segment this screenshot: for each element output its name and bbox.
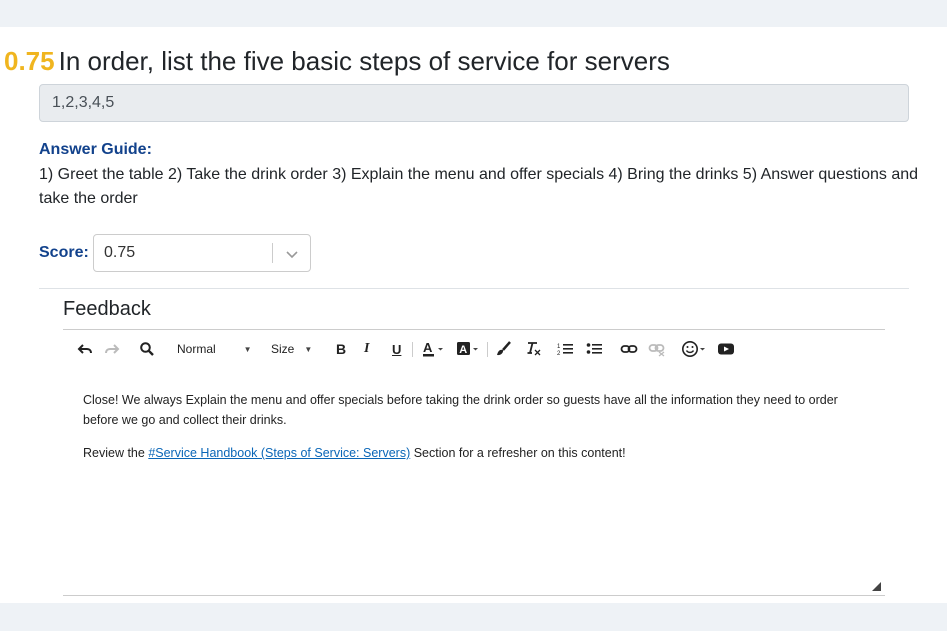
emoji-icon[interactable] [681, 338, 707, 360]
svg-text:A: A [423, 340, 433, 355]
size-dropdown-label: Size [271, 342, 295, 356]
caret-down-icon: ▼ [304, 344, 313, 354]
search-icon[interactable] [139, 338, 155, 360]
question-title: 0.75 In order, list the five basic steps … [4, 44, 670, 78]
feedback-paragraph: Review the #Service Handbook (Steps of S… [83, 443, 863, 463]
background-color-icon[interactable]: A [456, 338, 480, 360]
answer-guide-text: 1) Greet the table 2) Take the drink ord… [39, 166, 919, 207]
undo-icon[interactable] [77, 338, 93, 360]
score-select[interactable]: 0.75 [93, 234, 311, 272]
size-dropdown[interactable]: Size ▼ [271, 338, 312, 360]
toolbar-separator [412, 342, 413, 357]
youtube-icon[interactable] [717, 338, 735, 360]
caret-down-icon: ▼ [243, 344, 252, 354]
question-text: In order, list the five basic steps of s… [58, 46, 670, 76]
svg-text:1: 1 [557, 344, 561, 350]
score-label: Score: [39, 244, 89, 261]
font-color-icon[interactable]: A [422, 338, 446, 360]
svg-text:A: A [459, 344, 467, 356]
section-divider [39, 288, 909, 289]
answer-field: 1,2,3,4,5 [39, 84, 909, 122]
link-icon[interactable] [620, 338, 638, 360]
bulleted-list-icon[interactable] [586, 338, 604, 360]
feedback-text: Review the [83, 446, 149, 460]
remove-format-icon[interactable] [524, 338, 542, 360]
feedback-paragraph: Close! We always Explain the menu and of… [83, 393, 838, 427]
unlink-icon[interactable] [648, 338, 666, 360]
editor-content[interactable]: Close! We always Explain the menu and of… [83, 390, 863, 476]
toolbar-separator [487, 342, 488, 357]
question-card: 0.75 In order, list the five basic steps … [0, 27, 947, 603]
format-dropdown-label: Normal [177, 342, 216, 356]
bold-button[interactable]: B [336, 338, 346, 360]
feedback-editor[interactable]: Normal ▼ Size ▼ B I U A A 1 2 Close! We … [63, 329, 885, 596]
redo-icon[interactable] [104, 338, 120, 360]
chevron-down-icon[interactable] [284, 246, 300, 262]
answer-guide-label: Answer Guide: [39, 141, 152, 158]
answer-value: 1,2,3,4,5 [52, 94, 115, 111]
score-select-separator [272, 243, 273, 263]
feedback-title: Feedback [63, 298, 151, 320]
underline-button[interactable]: U [392, 338, 401, 360]
copy-format-icon[interactable] [495, 338, 513, 360]
italic-button[interactable]: I [364, 338, 369, 360]
score-select-value: 0.75 [104, 244, 136, 261]
service-handbook-link[interactable]: #Service Handbook (Steps of Service: Ser… [148, 446, 410, 460]
svg-text:2: 2 [557, 351, 561, 357]
question-score: 0.75 [4, 46, 55, 76]
resize-grip-icon[interactable] [872, 582, 881, 591]
feedback-text: Section for a refresher on this content! [410, 446, 626, 460]
numbered-list-icon[interactable]: 12 [557, 338, 575, 360]
format-dropdown[interactable]: Normal ▼ [177, 338, 252, 360]
editor-toolbar: Normal ▼ Size ▼ B I U A A 1 2 [63, 338, 885, 360]
